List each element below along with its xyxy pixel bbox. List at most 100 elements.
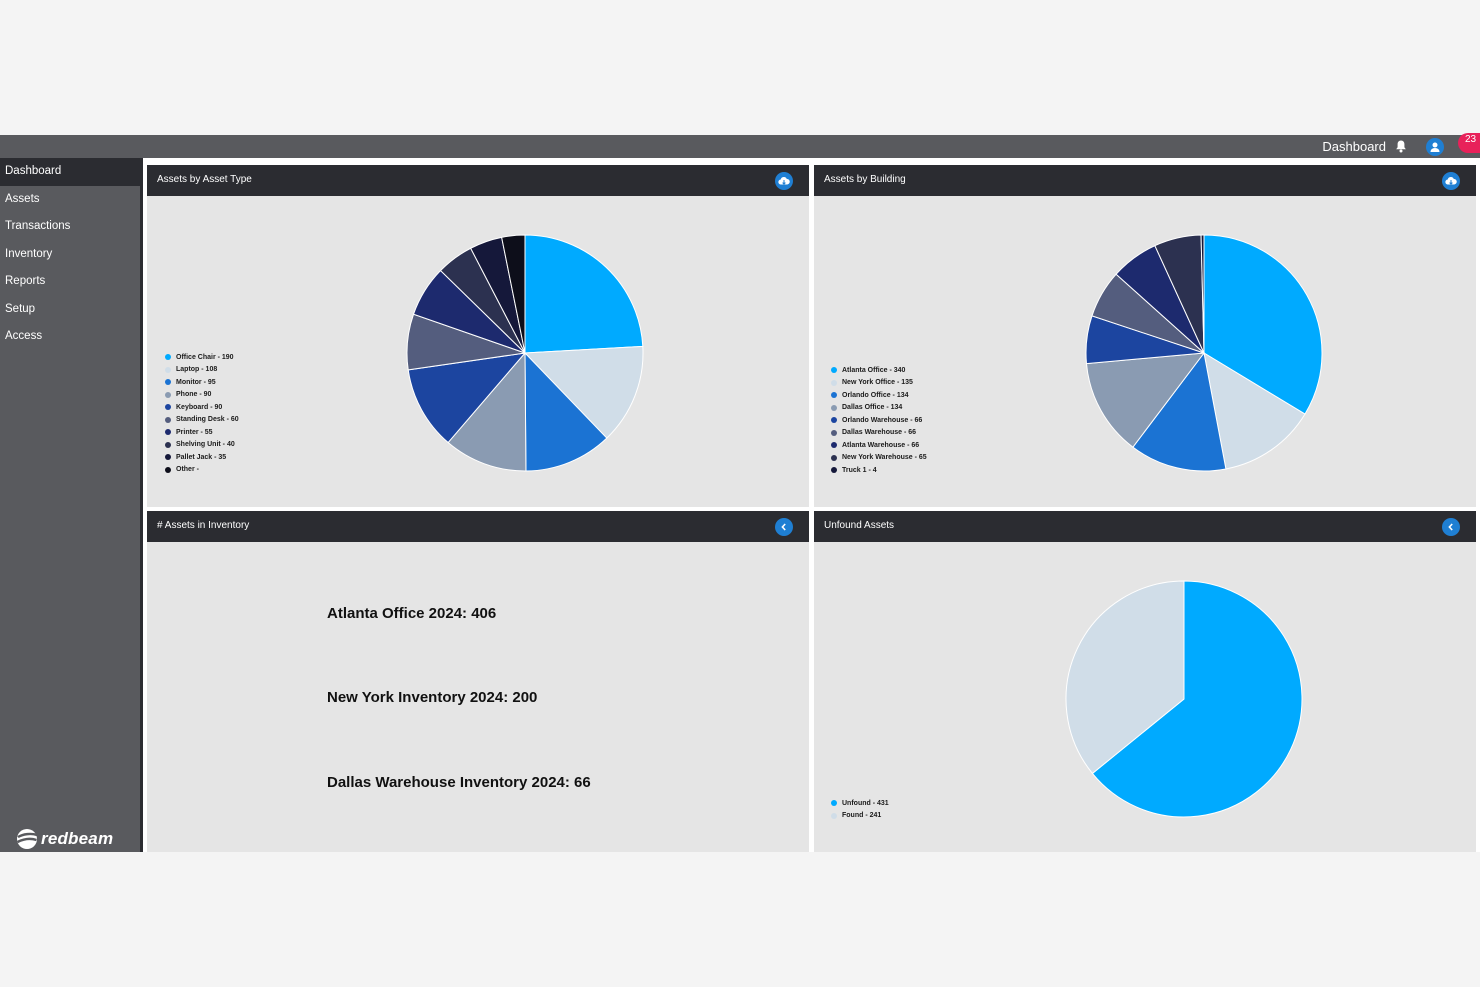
legend-item[interactable]: Truck 1 - 4 [831,464,927,477]
legend-label: Standing Desk - 60 [176,416,239,424]
legend-item[interactable]: Unfound - 431 [831,797,889,810]
legend-item[interactable]: Office Chair - 190 [165,351,239,364]
redbeam-logo: redbeam [16,828,113,850]
legend-item[interactable]: Laptop - 108 [165,364,239,377]
logo-text: redbeam [41,829,114,848]
panel-header: Assets by Asset Type [147,165,809,196]
panel-header: # Assets in Inventory [147,511,809,542]
legend-item[interactable]: Pallet Jack - 35 [165,451,239,464]
inventory-line: Dallas Warehouse Inventory 2024: 66 [327,774,591,791]
pie-slice-office-chair[interactable] [524,234,644,354]
legend-label: Laptop - 108 [176,366,218,374]
legend-item[interactable]: Phone - 90 [165,389,239,402]
legend-label: Orlando Warehouse - 66 [842,416,923,424]
legend-label: Office Chair - 190 [176,353,234,361]
legend-swatch [831,800,837,807]
legend-label: Unfound - 431 [842,799,889,807]
panel-title: Assets by Building [824,174,906,185]
page-title: Dashboard [1322,139,1386,154]
chevron-left-icon [781,523,786,531]
legend-swatch [831,404,837,411]
legend-item[interactable]: New York Office - 135 [831,377,927,390]
asset-type-pie-chart [406,234,644,472]
legend-label: Phone - 90 [176,391,212,399]
legend-swatch [831,812,837,819]
sidebar-item-access[interactable]: Access [0,323,140,351]
legend-item[interactable]: Dallas Warehouse - 66 [831,427,927,440]
chart-legend: Office Chair - 190 Laptop - 108 Monitor - … [165,351,239,476]
legend-item[interactable]: Orlando Office - 134 [831,389,927,402]
notification-badge[interactable]: 23 [1458,132,1480,153]
legend-swatch [165,416,171,423]
legend-swatch [831,392,837,399]
legend-swatch [831,367,837,374]
cloud-download-button[interactable] [1442,172,1460,190]
legend-swatch [165,466,171,473]
legend-label: Pallet Jack - 35 [176,453,227,461]
legend-item[interactable]: Atlanta Warehouse - 66 [831,439,927,452]
building-panel: Assets by Building Atlanta Office - 340 N… [814,165,1476,507]
legend-label: Dallas Warehouse - 66 [842,429,917,437]
collapse-button[interactable] [1442,518,1460,536]
legend-swatch [831,467,837,474]
legend-label: Found - 241 [842,812,882,820]
sidebar: Dashboard Assets Transactions Inventory … [0,158,140,852]
legend-swatch [165,454,171,461]
panel-header: Unfound Assets [814,511,1476,542]
legend-label: Truck 1 - 4 [842,466,877,474]
legend-swatch [165,441,171,448]
user-avatar-icon[interactable] [1426,137,1444,156]
unfound-pie-chart [1065,580,1303,818]
top-bar: Dashboard 23 [0,132,1480,158]
collapse-button[interactable] [775,518,793,536]
sidebar-item-setup[interactable]: Setup [0,296,140,324]
panel-title: # Assets in Inventory [157,520,250,531]
legend-item[interactable]: Monitor - 95 [165,376,239,389]
cloud-download-button[interactable] [775,172,793,190]
legend-label: Dallas Office - 134 [842,404,903,412]
sidebar-item-transactions[interactable]: Transactions [0,213,140,241]
legend-item[interactable]: Standing Desk - 60 [165,414,239,427]
legend-swatch [165,429,171,436]
legend-label: Printer - 55 [176,428,213,436]
legend-item[interactable]: Atlanta Office - 340 [831,364,927,377]
legend-swatch [165,379,171,386]
bell-icon[interactable] [1394,140,1408,154]
redbeam-logo-icon [16,829,38,849]
legend-item[interactable]: Found - 241 [831,810,889,823]
legend-swatch [831,442,837,449]
legend-label: Shelving Unit - 40 [176,441,235,449]
app-window: Dashboard 23 Dashboard Assets Transactio… [0,132,1480,852]
legend-label: Atlanta Office - 340 [842,366,906,374]
legend-label: Monitor - 95 [176,378,216,386]
cloud-download-icon [1445,176,1457,185]
inventory-panel: # Assets in Inventory Atlanta Office 202… [147,511,809,852]
unfound-panel: Unfound Assets Unfound - 431 Found - 241 [814,511,1476,852]
legend-item[interactable]: Keyboard - 90 [165,401,239,414]
chart-legend: Atlanta Office - 340 New York Office - 13… [831,364,927,477]
legend-swatch [831,429,837,436]
legend-item[interactable]: Shelving Unit - 40 [165,439,239,452]
sidebar-item-assets[interactable]: Assets [0,186,140,214]
legend-swatch [165,391,171,398]
asset-type-panel: Assets by Asset Type Office Chair - 190 L… [147,165,809,507]
legend-swatch [165,354,171,361]
sidebar-item-reports[interactable]: Reports [0,268,140,296]
legend-label: New York Warehouse - 65 [842,454,927,462]
inventory-line: Atlanta Office 2024: 406 [327,605,497,622]
legend-label: Atlanta Warehouse - 66 [842,441,920,449]
legend-swatch [831,417,837,424]
legend-swatch [165,404,171,411]
legend-item[interactable]: Dallas Office - 134 [831,402,927,415]
legend-label: Other - [176,466,199,474]
legend-item[interactable]: Other - [165,464,239,477]
legend-swatch [831,379,837,386]
sidebar-divider [140,158,143,852]
legend-item[interactable]: Orlando Warehouse - 66 [831,414,927,427]
sidebar-item-inventory[interactable]: Inventory [0,241,140,269]
panel-title: Unfound Assets [824,520,895,531]
legend-item[interactable]: Printer - 55 [165,426,239,439]
legend-item[interactable]: New York Warehouse - 65 [831,452,927,465]
inventory-line: New York Inventory 2024: 200 [327,689,538,706]
sidebar-item-dashboard[interactable]: Dashboard [0,158,140,186]
